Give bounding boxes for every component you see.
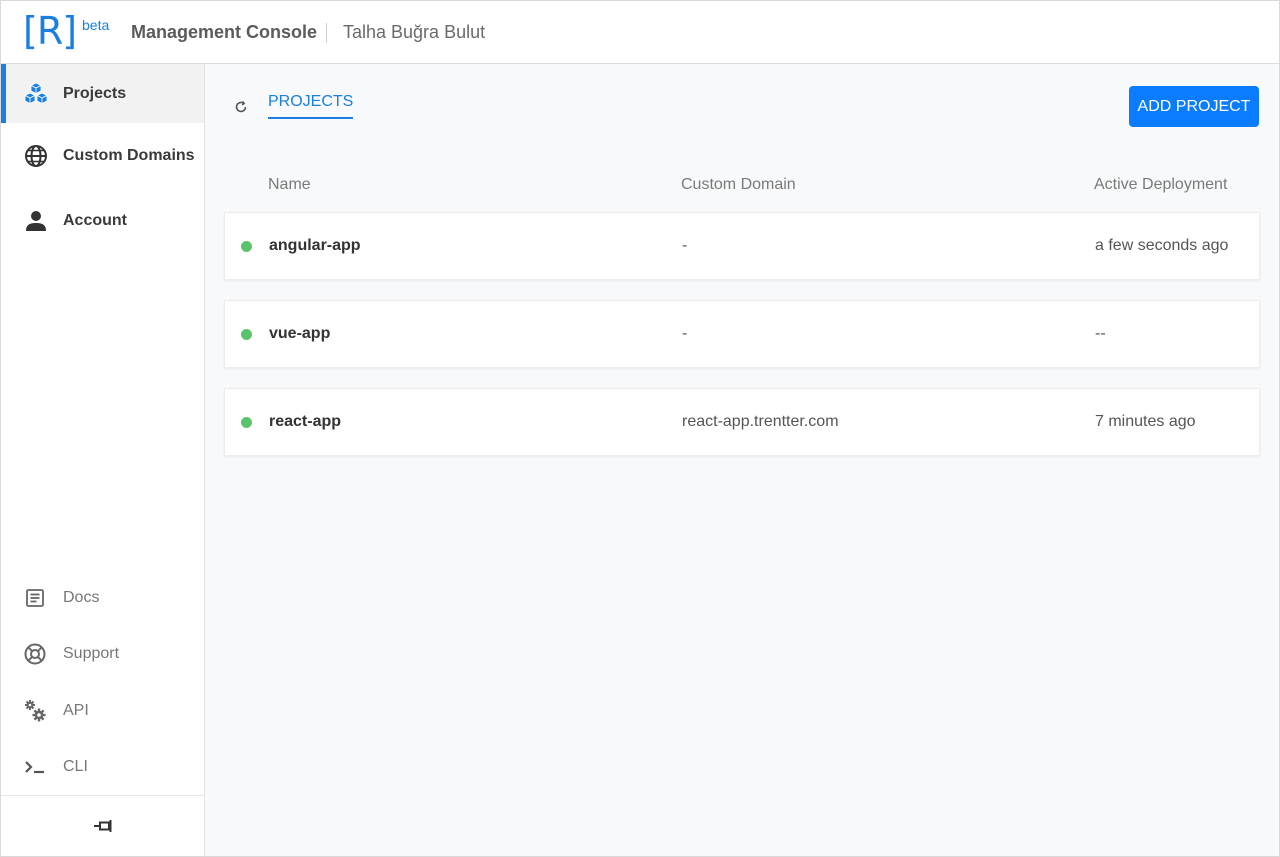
document-icon <box>23 586 47 610</box>
app-window: [R] beta Management Console Talha Buğra … <box>0 0 1280 857</box>
table-row[interactable]: vue-app - -- <box>224 300 1260 368</box>
beta-badge: beta <box>82 17 110 33</box>
user-name[interactable]: Talha Buğra Bulut <box>343 22 485 43</box>
sidebar-item-custom-domains[interactable]: Custom Domains <box>1 126 204 185</box>
sidebar-item-label: Custom Domains <box>63 146 195 164</box>
sidebar-divider <box>1 795 204 796</box>
column-header-custom-domain: Custom Domain <box>681 176 796 193</box>
app-title: Management Console <box>131 22 318 42</box>
sidebar-item-label: API <box>63 702 89 719</box>
logo[interactable]: [R] <box>23 9 77 53</box>
sidebar-item-label: Account <box>63 211 127 229</box>
sidebar-item-docs[interactable]: Docs <box>1 578 204 618</box>
globe-icon <box>23 143 49 169</box>
sidebar-item-label: Support <box>63 645 120 662</box>
sidebar-item-projects[interactable]: Projects <box>1 64 204 123</box>
sidebar-item-label: Docs <box>63 589 100 606</box>
project-name: react-app <box>269 413 342 430</box>
column-header-active-deployment: Active Deployment <box>1094 176 1228 193</box>
project-domain: - <box>682 325 688 342</box>
pin-icon[interactable] <box>91 816 115 836</box>
lifebuoy-icon <box>23 642 47 666</box>
project-deployment: 7 minutes ago <box>1095 413 1196 430</box>
project-domain: - <box>682 237 688 254</box>
project-name: vue-app <box>269 325 331 342</box>
sidebar-item-label: Projects <box>63 84 127 102</box>
table-row[interactable]: angular-app - a few seconds ago <box>224 212 1260 280</box>
header-divider <box>326 23 327 43</box>
status-indicator <box>241 417 252 428</box>
tab-projects[interactable]: PROJECTS <box>268 93 354 119</box>
project-deployment: a few seconds ago <box>1095 237 1229 254</box>
project-name: angular-app <box>269 237 361 254</box>
cubes-icon <box>23 81 49 107</box>
sidebar-item-account[interactable]: Account <box>1 191 204 250</box>
column-header-name: Name <box>268 176 311 193</box>
sidebar-item-api[interactable]: API <box>1 691 204 731</box>
top-header: [R] beta Management Console Talha Buğra … <box>1 1 1279 64</box>
sidebar-item-cli[interactable]: CLI <box>1 747 204 787</box>
table-row[interactable]: react-app react-app.trentter.com 7 minut… <box>224 388 1260 456</box>
status-indicator <box>241 241 252 252</box>
sidebar-item-label: CLI <box>63 758 88 775</box>
project-domain: react-app.trentter.com <box>682 413 839 430</box>
project-deployment: -- <box>1095 325 1106 342</box>
user-icon <box>23 208 49 234</box>
add-project-button[interactable]: ADD PROJECT <box>1129 86 1259 127</box>
status-indicator <box>241 329 252 340</box>
sidebar-item-support[interactable]: Support <box>1 634 204 674</box>
sidebar: Projects Custom Domains Account Docs Sup… <box>1 64 205 856</box>
refresh-icon[interactable] <box>231 97 251 117</box>
main-content: PROJECTS ADD PROJECT Name Custom Domain … <box>205 64 1279 856</box>
gears-icon <box>23 699 47 723</box>
terminal-icon <box>23 755 47 779</box>
